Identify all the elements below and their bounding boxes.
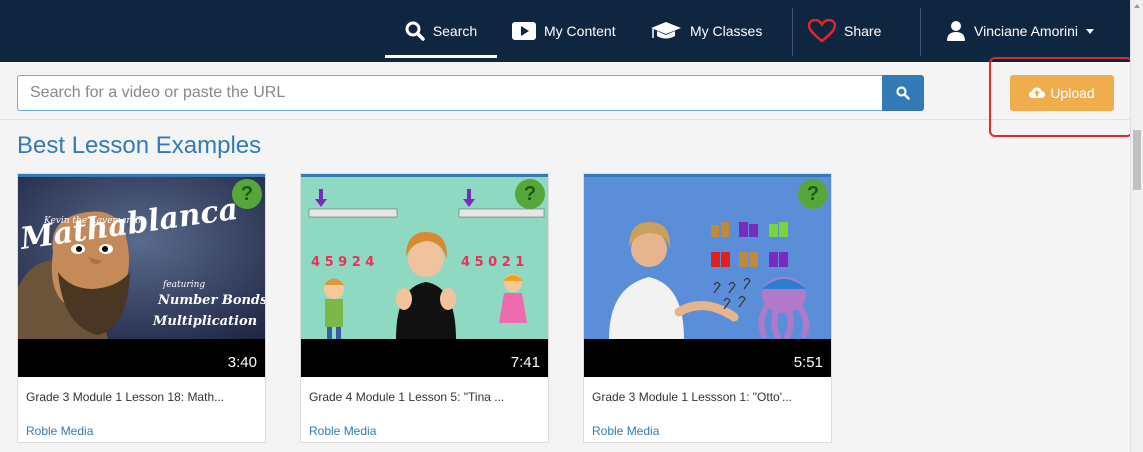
video-thumbnail[interactable]: 4 5 9 2 4 4 5 0 2 1 ? 7:41 bbox=[301, 174, 548, 377]
thumb-text: Multiplication bbox=[152, 314, 257, 329]
video-title[interactable]: Grade 3 Module 1 Lesson 18: Math... bbox=[26, 390, 224, 404]
search-input[interactable] bbox=[17, 75, 882, 111]
video-author[interactable]: Roble Media bbox=[309, 424, 376, 438]
search-button[interactable] bbox=[882, 75, 924, 111]
scrollbar-thumb[interactable] bbox=[1133, 130, 1141, 190]
nav-divider bbox=[920, 8, 921, 56]
video-duration: 5:51 bbox=[793, 354, 823, 371]
search-bar-row: Upload bbox=[0, 62, 1130, 120]
top-nav-bar: Search My Content My Classes Share Vinci… bbox=[0, 0, 1130, 62]
graduation-cap-icon bbox=[651, 22, 681, 39]
nav-my-content-label: My Content bbox=[544, 23, 616, 39]
video-card[interactable]: Kevin the Kaveman in Mathablanca featuri… bbox=[17, 173, 266, 443]
play-icon bbox=[512, 22, 536, 40]
nav-my-classes-label: My Classes bbox=[690, 23, 763, 39]
video-author[interactable]: Roble Media bbox=[26, 424, 93, 438]
question-badge-icon: ? bbox=[232, 179, 262, 209]
video-card[interactable]: ? 5:51 Grade 3 Module 1 Lessson 1: "Otto… bbox=[583, 173, 832, 443]
thumb-text: featuring bbox=[162, 280, 205, 290]
video-title[interactable]: Grade 4 Module 1 Lesson 5: "Tina ... bbox=[309, 390, 504, 404]
video-duration: 7:41 bbox=[510, 354, 540, 371]
video-thumbnail[interactable]: ? 5:51 bbox=[584, 174, 831, 377]
section-title: Best Lesson Examples bbox=[17, 132, 262, 159]
thumbnail-image: 4 5 9 2 4 4 5 0 2 1 bbox=[301, 177, 548, 339]
video-duration: 3:40 bbox=[227, 354, 257, 371]
page-scrollbar[interactable] bbox=[1130, 0, 1143, 452]
thumbnail-image bbox=[584, 177, 831, 339]
nav-search-label: Search bbox=[432, 23, 478, 39]
heart-icon bbox=[808, 19, 836, 43]
scroll-up-arrow-icon[interactable] bbox=[1134, 4, 1140, 8]
user-menu[interactable]: Vinciane Amorini bbox=[946, 0, 1095, 62]
nav-search[interactable]: Search bbox=[385, 0, 497, 62]
nav-share-label: Share bbox=[844, 23, 882, 39]
thumb-text: 4 5 0 2 1 bbox=[461, 255, 524, 270]
search-icon bbox=[896, 86, 910, 100]
video-card[interactable]: 4 5 9 2 4 4 5 0 2 1 ? 7:41 Grade 4 Modul… bbox=[300, 173, 549, 443]
video-title[interactable]: Grade 3 Module 1 Lessson 1: "Otto'... bbox=[592, 390, 792, 404]
user-name: Vinciane Amorini bbox=[974, 23, 1079, 39]
user-icon bbox=[947, 21, 965, 41]
search-icon bbox=[405, 21, 425, 41]
thumb-text: Number Bonds & bbox=[157, 293, 265, 308]
question-badge-icon: ? bbox=[798, 179, 828, 209]
video-thumbnail[interactable]: Kevin the Kaveman in Mathablanca featuri… bbox=[18, 174, 265, 377]
thumbnail-image: Kevin the Kaveman in Mathablanca featuri… bbox=[18, 177, 265, 339]
active-tab-indicator bbox=[385, 55, 497, 58]
nav-my-classes[interactable]: My Classes bbox=[650, 0, 762, 62]
nav-share[interactable]: Share bbox=[808, 0, 881, 62]
upload-highlight-annotation bbox=[989, 57, 1133, 137]
nav-divider bbox=[792, 8, 793, 56]
thumb-text: 4 5 9 2 4 bbox=[311, 255, 374, 270]
nav-my-content[interactable]: My Content bbox=[512, 0, 616, 62]
video-author[interactable]: Roble Media bbox=[592, 424, 659, 438]
caret-down-icon bbox=[1086, 28, 1095, 34]
question-badge-icon: ? bbox=[515, 179, 545, 209]
